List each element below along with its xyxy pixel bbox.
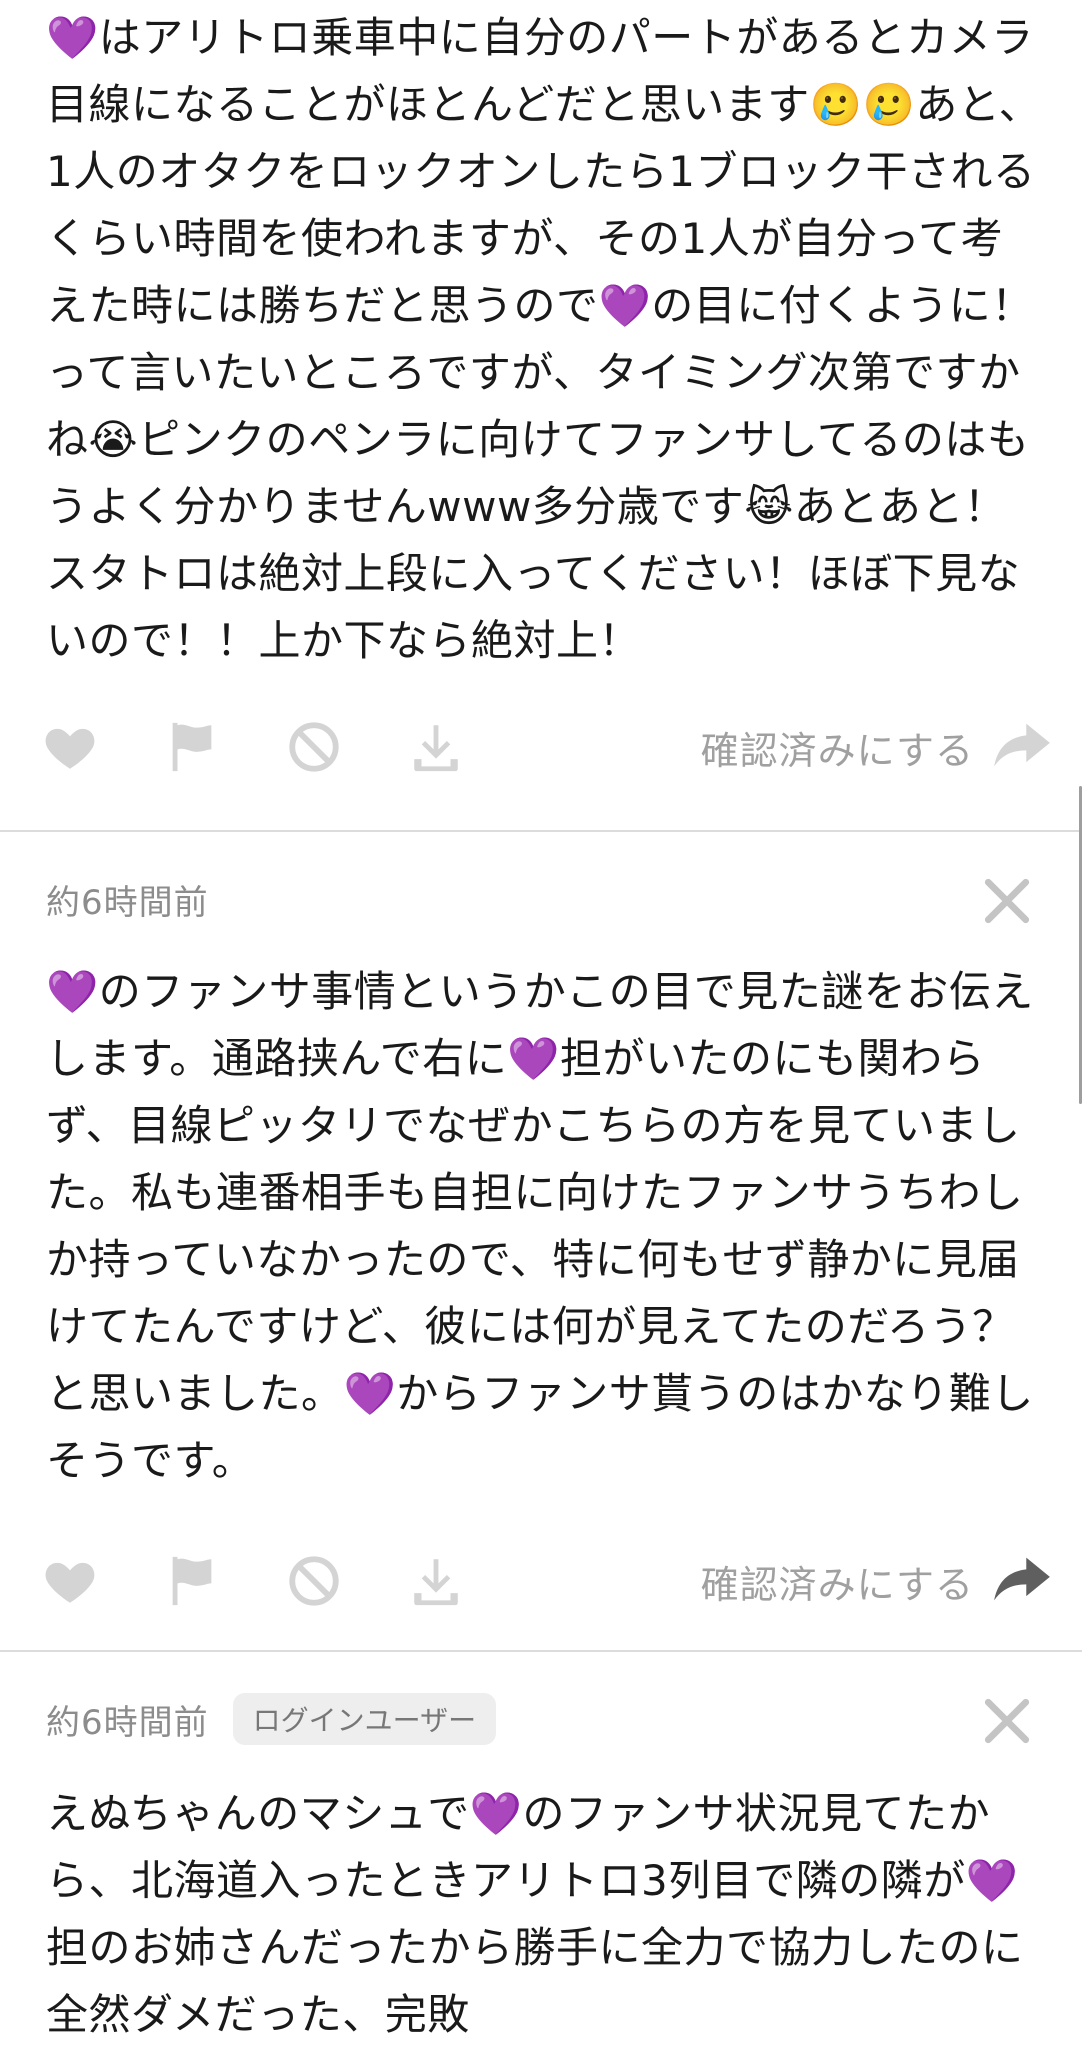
mark-confirmed-button[interactable]: 確認済みにする — [701, 1553, 1052, 1609]
message-card: 約6時間前 💜のファンサ事情というかこの目で見た謎をお伝えします。通路挟んで右に… — [0, 832, 1082, 1650]
message-meta: 約6時間前 — [46, 874, 209, 924]
message-card: 約6時間前 ログインユーザー えぬちゃんのマシュで💜のファンサ状況見てたから、北… — [0, 1652, 1082, 2048]
close-icon — [984, 878, 1030, 924]
action-bar: 確認済みにする — [40, 712, 1052, 782]
like-button[interactable] — [40, 1551, 100, 1611]
block-icon — [289, 1556, 339, 1606]
report-button[interactable] — [162, 1551, 222, 1611]
timestamp: 約6時間前 — [46, 1702, 209, 1743]
message-card: 💜はアリトロ乗車中に自分のパートがあるとカメラ目線になることがほとんどだと思いま… — [0, 0, 1082, 830]
close-button[interactable] — [982, 876, 1032, 926]
message-meta: 約6時間前 ログインユーザー — [46, 1693, 497, 1745]
mark-confirmed-button[interactable]: 確認済みにする — [701, 719, 1052, 775]
message-feed: 💜はアリトロ乗車中に自分のパートがあるとカメラ目線になることがほとんどだと思いま… — [0, 0, 1082, 2048]
download-icon — [414, 725, 458, 772]
message-body: えぬちゃんのマシュで💜のファンサ状況見てたから、北海道入ったときアリトロ3列目で… — [46, 1789, 1024, 2039]
block-button[interactable] — [284, 717, 344, 777]
flag-icon — [172, 722, 212, 772]
share-arrow-icon — [992, 719, 1052, 775]
timestamp: 約6時間前 — [46, 882, 209, 923]
action-bar: 確認済みにする — [40, 1546, 1052, 1616]
share-arrow-icon — [992, 1553, 1052, 1609]
save-button[interactable] — [406, 1551, 466, 1611]
flag-icon — [172, 1556, 212, 1606]
report-button[interactable] — [162, 717, 222, 777]
confirm-label: 確認済みにする — [700, 1562, 974, 1607]
message-body: 💜のファンサ事情というかこの目で見た謎をお伝えします。通路挟んで右に💜担がいたの… — [46, 967, 1034, 1485]
close-icon — [984, 1698, 1030, 1744]
user-badge: ログインユーザー — [232, 1693, 497, 1745]
message-body: 💜はアリトロ乗車中に自分のパートがあるとカメラ目線になることがほとんどだと思いま… — [46, 13, 1042, 665]
block-button[interactable] — [284, 1551, 344, 1611]
save-button[interactable] — [406, 717, 466, 777]
heart-icon — [45, 728, 95, 769]
download-icon — [414, 1559, 458, 1606]
heart-icon — [45, 1562, 95, 1603]
block-icon — [289, 722, 339, 772]
close-button[interactable] — [982, 1696, 1032, 1746]
like-button[interactable] — [40, 717, 100, 777]
confirm-label: 確認済みにする — [700, 728, 974, 773]
